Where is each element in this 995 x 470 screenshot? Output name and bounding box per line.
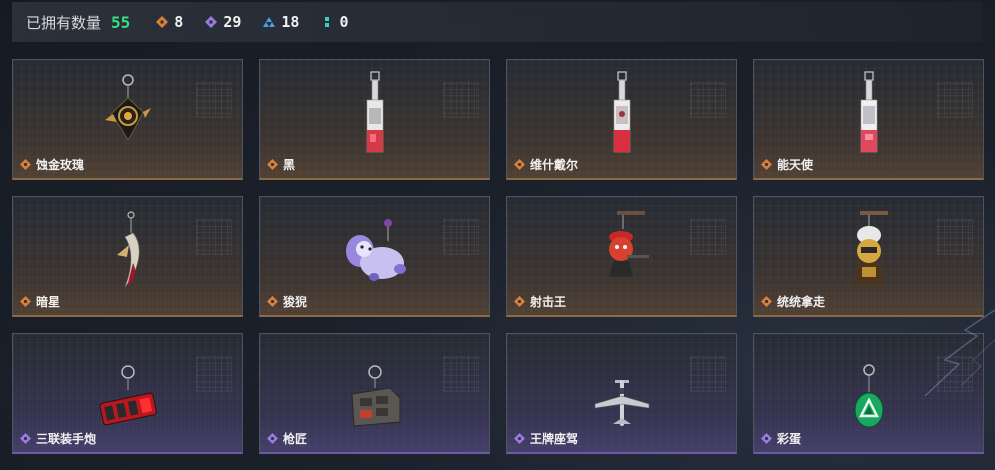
card-grid-decoration (937, 356, 973, 392)
masked-figure-charm-icon (853, 211, 888, 285)
orange-rarity-icon (514, 159, 525, 170)
gold-rose-charm-icon (104, 74, 151, 141)
charm-card[interactable]: 黑 (259, 59, 490, 180)
charm-name: 暗星 (36, 295, 61, 309)
charm-name-label: 三联装手炮 (20, 430, 96, 447)
orange-rarity-icon (20, 296, 31, 307)
charm-name: 黑 (283, 158, 296, 172)
card-grid-decoration (937, 219, 973, 255)
charm-card[interactable]: 蚀金玫瑰 (12, 59, 243, 180)
stat-purple-count: 29 (223, 13, 242, 31)
purple-diamond-icon (205, 16, 218, 28)
card-grid-decoration (443, 219, 479, 255)
charm-name-label: 统统拿走 (761, 293, 825, 310)
stat-teal-count: 0 (339, 13, 349, 31)
orange-rarity-icon (20, 159, 31, 170)
charm-name-label: 狻猊 (267, 293, 307, 310)
jet-plane-charm-icon (594, 380, 649, 426)
stat-purple-rarity: 29 (205, 13, 241, 31)
gunner-doll-charm-icon (608, 211, 649, 277)
orange-rarity-icon (761, 296, 772, 307)
owned-count-value: 55 (111, 12, 131, 32)
orange-diamond-icon (156, 16, 169, 28)
charm-name: 统统拿走 (777, 295, 826, 309)
stat-blue-count: 18 (281, 13, 300, 31)
stat-teal-rarity: 0 (321, 13, 348, 31)
crescent-blade-charm-icon (116, 211, 139, 288)
orange-rarity-icon (514, 296, 525, 307)
orange-rarity-icon (761, 159, 772, 170)
charm-name-label: 蚀金玫瑰 (20, 156, 84, 173)
charm-name: 能天使 (777, 158, 814, 172)
charm-card[interactable]: 狻猊 (259, 196, 490, 317)
purple-rarity-icon (514, 433, 525, 444)
charm-card[interactable]: 枪匠 (259, 333, 490, 454)
stat-orange-count: 8 (174, 13, 184, 31)
card-grid-decoration (690, 82, 726, 118)
purple-rarity-icon (267, 433, 278, 444)
card-pendant-charm-icon (366, 71, 383, 153)
charm-name: 射击王 (530, 295, 567, 309)
charm-name: 枪匠 (283, 432, 308, 446)
charm-card[interactable]: 维什戴尔 (506, 59, 737, 180)
green-egg-charm-icon (854, 364, 883, 428)
card-pendant-charm-icon (613, 71, 630, 153)
card-pendant-charm-icon (860, 71, 877, 153)
charm-name-label: 能天使 (761, 156, 813, 173)
charm-card[interactable]: 射击王 (506, 196, 737, 317)
owned-count-label: 已拥有数量 (26, 13, 102, 32)
charm-card[interactable]: 三联装手炮 (12, 333, 243, 454)
charm-name: 三联装手炮 (36, 432, 97, 446)
charm-card[interactable]: 王牌座驾 (506, 333, 737, 454)
orange-rarity-icon (267, 159, 278, 170)
charm-name: 王牌座驾 (530, 432, 579, 446)
card-grid-decoration (196, 82, 232, 118)
card-grid-decoration (443, 82, 479, 118)
purple-rarity-icon (761, 433, 772, 444)
charm-card[interactable]: 暗星 (12, 196, 243, 317)
stat-blue-rarity: 18 (263, 13, 299, 31)
charm-name-label: 维什戴尔 (514, 156, 578, 173)
charm-name-label: 黑 (267, 156, 295, 173)
ownership-summary-bar: 已拥有数量 55 8 29 18 0 (12, 2, 982, 42)
charm-card[interactable]: 彩蛋 (753, 333, 984, 454)
charm-name: 彩蛋 (777, 432, 802, 446)
charm-collection-grid: 蚀金玫瑰 黑 维什戴尔 能天使 暗星 狻猊 射击王 统统拿走 三联装手炮 枪匠 … (12, 59, 984, 454)
toolbox-charm-icon (350, 365, 400, 427)
triple-cannon-charm-icon (99, 365, 157, 426)
card-grid-decoration (196, 219, 232, 255)
stat-orange-rarity: 8 (156, 13, 183, 31)
charm-name-label: 王牌座驾 (514, 430, 578, 447)
charm-name-label: 暗星 (20, 293, 60, 310)
charm-name-label: 射击王 (514, 293, 566, 310)
lion-plush-charm-icon (345, 219, 406, 281)
charm-card[interactable]: 能天使 (753, 59, 984, 180)
charm-name: 狻猊 (283, 295, 308, 309)
charm-name-label: 枪匠 (267, 430, 307, 447)
card-grid-decoration (690, 219, 726, 255)
charm-name-label: 彩蛋 (761, 430, 801, 447)
orange-rarity-icon (267, 296, 278, 307)
purple-rarity-icon (20, 433, 31, 444)
charm-card[interactable]: 统统拿走 (753, 196, 984, 317)
charm-name: 蚀金玫瑰 (36, 158, 85, 172)
card-grid-decoration (443, 356, 479, 392)
card-grid-decoration (690, 356, 726, 392)
teal-colon-icon (325, 17, 330, 27)
card-grid-decoration (196, 356, 232, 392)
charm-name: 维什戴尔 (530, 158, 579, 172)
blue-triangle-icon (263, 17, 276, 27)
card-grid-decoration (937, 82, 973, 118)
